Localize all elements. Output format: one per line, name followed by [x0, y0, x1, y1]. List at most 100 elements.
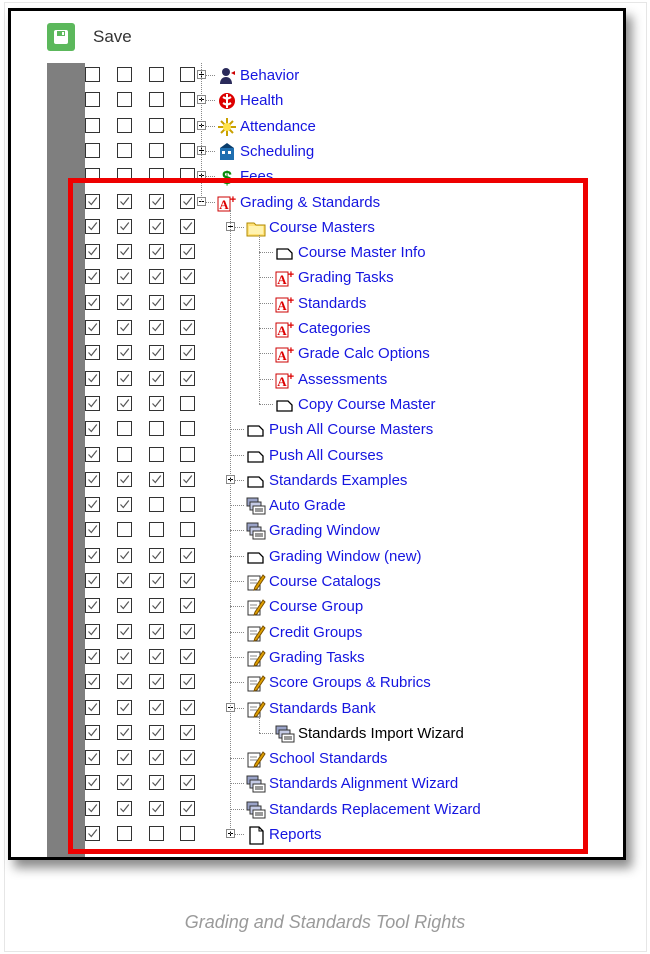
permission-checkbox-d[interactable]: [180, 295, 195, 310]
permission-checkbox-a[interactable]: [149, 396, 164, 411]
tree-node[interactable]: Scheduling: [217, 139, 314, 164]
permission-checkbox-w[interactable]: [117, 219, 132, 234]
tree-node[interactable]: A + Grade Calc Options: [275, 341, 430, 366]
permission-checkbox-w[interactable]: [117, 750, 132, 765]
tree-node[interactable]: Copy Course Master: [275, 392, 436, 417]
permission-checkbox-r[interactable]: [85, 219, 100, 234]
tree-node[interactable]: A + Grading & Standards: [217, 190, 380, 215]
permission-checkbox-d[interactable]: [180, 674, 195, 689]
permission-checkbox-w[interactable]: [117, 118, 132, 133]
permission-checkbox-w[interactable]: [117, 269, 132, 284]
permission-checkbox-w[interactable]: [117, 396, 132, 411]
permission-checkbox-r[interactable]: [85, 194, 100, 209]
permission-checkbox-r[interactable]: [85, 295, 100, 310]
permission-checkbox-r[interactable]: [85, 801, 100, 816]
tree-node[interactable]: Score Groups & Rubrics: [246, 670, 431, 695]
permission-checkbox-r[interactable]: [85, 548, 100, 563]
permission-checkbox-w[interactable]: [117, 295, 132, 310]
permission-checkbox-r[interactable]: [85, 244, 100, 259]
permission-checkbox-w[interactable]: [117, 67, 132, 82]
permission-checkbox-d[interactable]: [180, 826, 195, 841]
permission-checkbox-r[interactable]: [85, 447, 100, 462]
permission-checkbox-r[interactable]: [85, 67, 100, 82]
tree-node[interactable]: A + Categories: [275, 316, 371, 341]
permission-checkbox-r[interactable]: [85, 775, 100, 790]
tree-node[interactable]: Standards Replacement Wizard: [246, 797, 481, 822]
tree-node[interactable]: Push All Course Masters: [246, 417, 433, 442]
permission-checkbox-d[interactable]: [180, 219, 195, 234]
permission-checkbox-a[interactable]: [149, 118, 164, 133]
tree-node[interactable]: School Standards: [246, 746, 387, 771]
tree-node[interactable]: $ Fees: [217, 164, 273, 189]
permission-checkbox-w[interactable]: [117, 421, 132, 436]
tree-node[interactable]: Standards Import Wizard: [275, 721, 464, 746]
permission-checkbox-w[interactable]: [117, 801, 132, 816]
permission-checkbox-w[interactable]: [117, 472, 132, 487]
permission-checkbox-w[interactable]: [117, 168, 132, 183]
permission-checkbox-d[interactable]: [180, 143, 195, 158]
permission-checkbox-w[interactable]: [117, 598, 132, 613]
permission-checkbox-d[interactable]: [180, 573, 195, 588]
permission-checkbox-a[interactable]: [149, 522, 164, 537]
permission-checkbox-a[interactable]: [149, 598, 164, 613]
permission-checkbox-d[interactable]: [180, 194, 195, 209]
permission-checkbox-r[interactable]: [85, 168, 100, 183]
permission-checkbox-a[interactable]: [149, 649, 164, 664]
permission-checkbox-r[interactable]: [85, 472, 100, 487]
tree-node[interactable]: Grading Window: [246, 518, 380, 543]
permission-checkbox-a[interactable]: [149, 143, 164, 158]
permission-checkbox-w[interactable]: [117, 700, 132, 715]
permission-checkbox-a[interactable]: [149, 624, 164, 639]
permission-checkbox-a[interactable]: [149, 67, 164, 82]
permission-checkbox-r[interactable]: [85, 725, 100, 740]
permission-checkbox-d[interactable]: [180, 320, 195, 335]
permission-checkbox-d[interactable]: [180, 67, 195, 82]
permission-checkbox-a[interactable]: [149, 775, 164, 790]
save-button[interactable]: Save: [47, 23, 132, 51]
permission-checkbox-a[interactable]: [149, 269, 164, 284]
permission-checkbox-d[interactable]: [180, 624, 195, 639]
permission-checkbox-w[interactable]: [117, 775, 132, 790]
permission-checkbox-d[interactable]: [180, 118, 195, 133]
permission-checkbox-w[interactable]: [117, 522, 132, 537]
permission-checkbox-w[interactable]: [117, 624, 132, 639]
permission-checkbox-r[interactable]: [85, 826, 100, 841]
permission-checkbox-r[interactable]: [85, 598, 100, 613]
tree-node[interactable]: A + Standards: [275, 291, 366, 316]
permission-checkbox-w[interactable]: [117, 497, 132, 512]
permission-checkbox-w[interactable]: [117, 194, 132, 209]
permission-checkbox-d[interactable]: [180, 497, 195, 512]
permission-checkbox-d[interactable]: [180, 598, 195, 613]
permission-checkbox-r[interactable]: [85, 345, 100, 360]
permission-checkbox-a[interactable]: [149, 573, 164, 588]
permission-checkbox-w[interactable]: [117, 345, 132, 360]
permission-checkbox-d[interactable]: [180, 522, 195, 537]
tree-node[interactable]: Course Catalogs: [246, 569, 381, 594]
permission-checkbox-w[interactable]: [117, 143, 132, 158]
permission-checkbox-r[interactable]: [85, 700, 100, 715]
permission-checkbox-r[interactable]: [85, 573, 100, 588]
permission-checkbox-a[interactable]: [149, 219, 164, 234]
tree-node[interactable]: A + Assessments: [275, 367, 387, 392]
permission-checkbox-a[interactable]: [149, 826, 164, 841]
permission-checkbox-w[interactable]: [117, 826, 132, 841]
permission-checkbox-w[interactable]: [117, 447, 132, 462]
tree-node[interactable]: Credit Groups: [246, 620, 362, 645]
permission-checkbox-w[interactable]: [117, 548, 132, 563]
permission-checkbox-d[interactable]: [180, 801, 195, 816]
permission-checkbox-r[interactable]: [85, 92, 100, 107]
permission-checkbox-w[interactable]: [117, 725, 132, 740]
permission-checkbox-r[interactable]: [85, 421, 100, 436]
permission-checkbox-d[interactable]: [180, 649, 195, 664]
permission-checkbox-a[interactable]: [149, 472, 164, 487]
permission-checkbox-d[interactable]: [180, 244, 195, 259]
tree-node[interactable]: Push All Courses: [246, 443, 383, 468]
tree-node[interactable]: Auto Grade: [246, 493, 346, 518]
permission-checkbox-d[interactable]: [180, 725, 195, 740]
permission-checkbox-d[interactable]: [180, 447, 195, 462]
permission-checkbox-r[interactable]: [85, 118, 100, 133]
permission-checkbox-w[interactable]: [117, 674, 132, 689]
tree-node[interactable]: Course Masters: [246, 215, 375, 240]
permission-checkbox-a[interactable]: [149, 92, 164, 107]
permission-checkbox-r[interactable]: [85, 371, 100, 386]
